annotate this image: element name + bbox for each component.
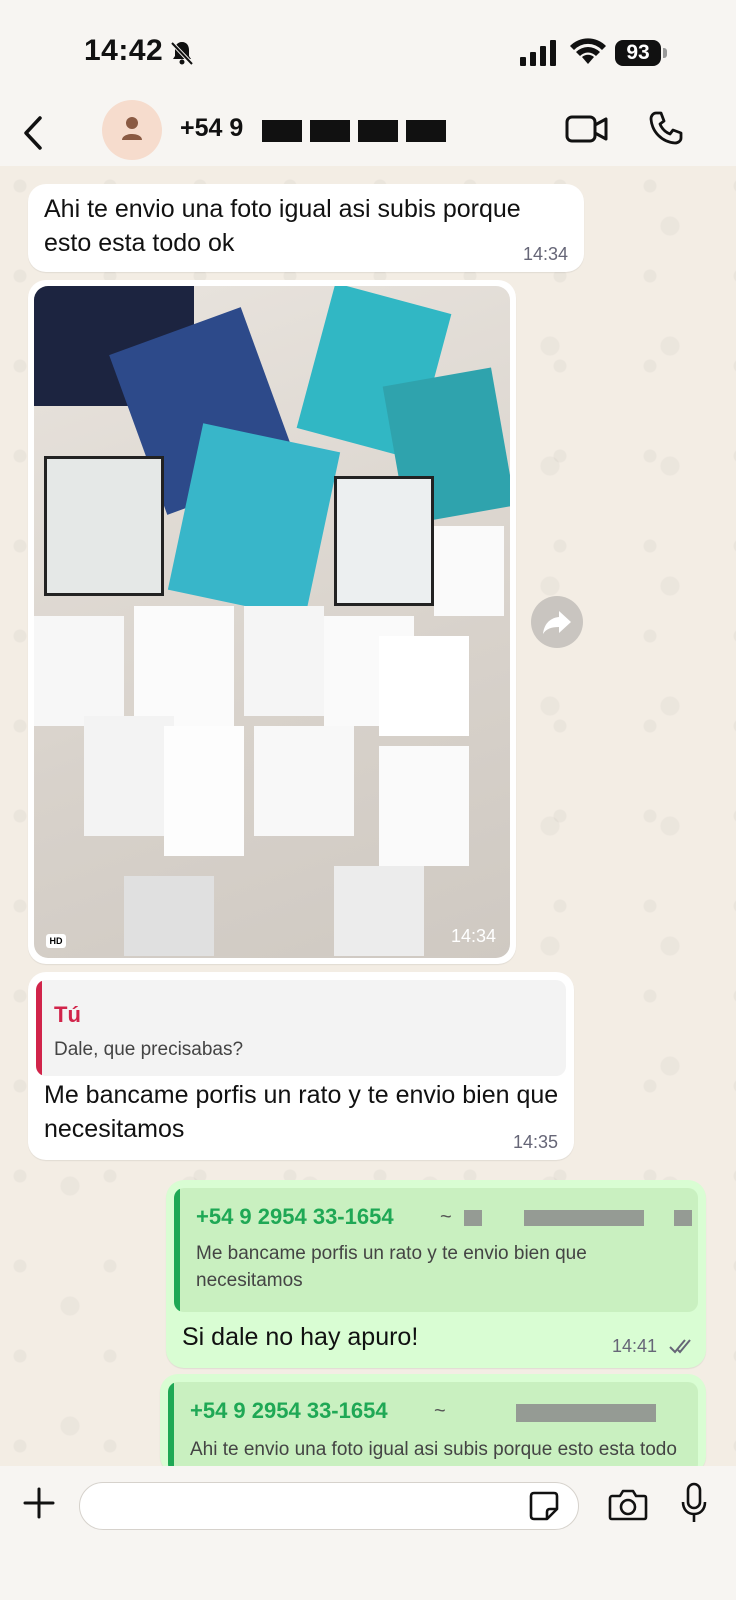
photo-time: 14:34	[450, 926, 496, 946]
wifi-icon	[570, 38, 606, 64]
message-text: Ahi te envio una foto igual asi subis po…	[44, 195, 521, 257]
bell-muted-icon	[170, 41, 194, 66]
photo-adapter	[124, 876, 214, 956]
photo-glass-case	[44, 456, 164, 596]
video-call-icon[interactable]	[565, 114, 609, 144]
quote-text: Dale, que precisabas?	[54, 1039, 244, 1060]
message-text: Si dale no hay apuro!	[182, 1323, 419, 1351]
quote-text: Me bancame porfis un rato y te envio bie…	[196, 1243, 587, 1291]
read-receipt-icon	[669, 1339, 691, 1354]
incoming-message[interactable]: Ahi te envio una foto igual asi subis po…	[28, 184, 584, 272]
photo-white-box	[244, 606, 324, 716]
contact-name[interactable]: +54 9	[180, 114, 243, 143]
message-text: Me bancame porfis un rato y te envio bie…	[44, 1081, 559, 1143]
photo-white-box	[254, 726, 354, 836]
photo-cable-box	[334, 866, 424, 956]
message-time: 14:34	[522, 244, 568, 264]
sticker-icon[interactable]	[528, 1490, 560, 1522]
back-icon[interactable]	[20, 112, 46, 154]
incoming-reply-message[interactable]: Tú Dale, que precisabas? Me bancame porf…	[28, 972, 574, 1160]
message-time: 14:35	[512, 1132, 558, 1152]
message-input[interactable]	[79, 1482, 579, 1530]
photo-glass-case	[334, 476, 434, 606]
forward-button[interactable]	[531, 596, 583, 648]
redacted-name	[516, 1404, 656, 1422]
quote-accent-bar	[36, 980, 42, 1076]
quoted-message[interactable]: Tú Dale, que precisabas?	[36, 980, 566, 1076]
photo-white-box	[379, 746, 469, 866]
redacted-number	[262, 120, 448, 142]
mic-icon[interactable]	[680, 1482, 708, 1524]
redacted-name	[464, 1210, 482, 1226]
outgoing-reply-message[interactable]: +54 9 2954 33-1654 ~ Ahi te envio una fo…	[160, 1374, 706, 1474]
quote-separator: ~	[440, 1206, 452, 1228]
quote-author: +54 9 2954 33-1654	[196, 1204, 394, 1229]
photo-white-box	[84, 716, 174, 836]
quoted-message[interactable]: +54 9 2954 33-1654 ~ Ahi te envio una fo…	[168, 1382, 698, 1474]
status-time: 14:42	[84, 34, 164, 67]
quote-accent-bar	[168, 1382, 174, 1474]
photo-white-box	[34, 616, 124, 726]
photo-white-box	[434, 526, 504, 616]
battery-indicator: 93	[615, 40, 661, 66]
avatar[interactable]	[102, 100, 162, 160]
hd-badge: HD	[46, 934, 66, 948]
quote-author: +54 9 2954 33-1654	[190, 1398, 388, 1423]
quoted-message[interactable]: +54 9 2954 33-1654 ~ Me bancame porfis u…	[174, 1188, 698, 1312]
message-input-bar	[0, 1466, 736, 1600]
quote-author: Tú	[54, 1002, 81, 1027]
forward-icon	[543, 611, 571, 634]
message-time: 14:41	[612, 1336, 658, 1356]
redacted-name	[674, 1210, 692, 1226]
plus-icon[interactable]	[22, 1486, 56, 1520]
cellular-signal-icon	[520, 40, 556, 66]
battery-nub	[663, 48, 667, 58]
camera-icon[interactable]	[608, 1488, 648, 1522]
avatar-person-icon	[122, 117, 142, 140]
chat-header: +54 9	[0, 100, 736, 166]
status-bar: 14:42 93	[0, 0, 736, 100]
photo-white-box	[164, 726, 244, 856]
photo-white-box	[379, 636, 469, 736]
phone-icon[interactable]	[648, 110, 684, 146]
shared-photo[interactable]: HD 14:34	[34, 286, 510, 958]
quote-accent-bar	[174, 1188, 180, 1312]
redacted-name	[524, 1210, 644, 1226]
quote-separator: ~	[434, 1400, 446, 1422]
outgoing-reply-message[interactable]: +54 9 2954 33-1654 ~ Me bancame porfis u…	[166, 1180, 706, 1368]
